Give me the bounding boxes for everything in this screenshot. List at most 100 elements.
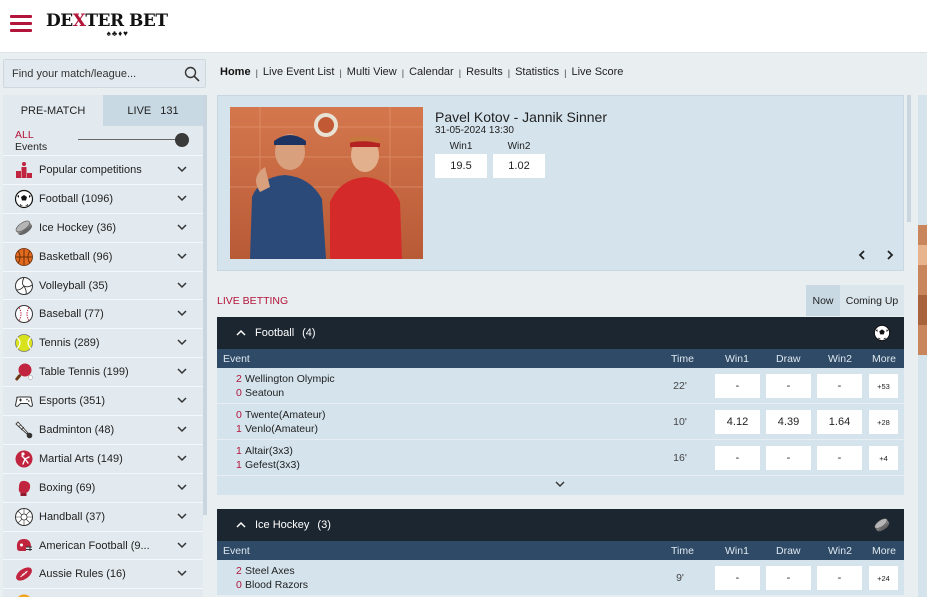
tab-live[interactable]: LIVE 131 bbox=[103, 95, 203, 126]
match-row[interactable]: 2 Wellington Olympic 0 Seatoun 22' - - - +53 bbox=[217, 368, 904, 404]
odd-draw[interactable]: 4.39 bbox=[766, 410, 811, 434]
odd-win2[interactable]: - bbox=[817, 446, 862, 470]
odd-win1[interactable]: - bbox=[715, 446, 760, 470]
search-icon[interactable] bbox=[184, 66, 200, 82]
sidebar-sport-item[interactable]: Baseball (77) bbox=[3, 299, 203, 328]
side-banner-strip[interactable] bbox=[918, 95, 927, 597]
sidebar-sport-item[interactable]: Esports (351) bbox=[3, 386, 203, 415]
main-scrollbar[interactable] bbox=[907, 95, 911, 597]
chevron-down-icon[interactable] bbox=[176, 394, 188, 406]
chevron-down-icon[interactable] bbox=[555, 481, 565, 489]
home-team[interactable]: Steel Axes bbox=[245, 565, 295, 577]
odd-win1[interactable]: - bbox=[715, 566, 760, 590]
sidebar-sport-item[interactable]: Badminton (48) bbox=[3, 415, 203, 444]
sidebar-sport-label: Aussie Rules (16) bbox=[39, 568, 126, 581]
tab-coming-up[interactable]: Coming Up bbox=[840, 285, 904, 316]
more-markets-button[interactable]: +24 bbox=[869, 566, 898, 590]
nav-link-live-event-list[interactable]: Live Event List bbox=[263, 66, 335, 78]
away-team[interactable]: Venlo(Amateur) bbox=[245, 423, 318, 435]
main-scrollbar-thumb[interactable] bbox=[907, 95, 911, 222]
chevron-down-icon[interactable] bbox=[176, 221, 188, 233]
home-team[interactable]: Altair(3x3) bbox=[245, 445, 293, 457]
sidebar-sport-item[interactable]: Popular competitions bbox=[3, 155, 203, 184]
sport-block-header[interactable]: Football (4) bbox=[217, 317, 904, 349]
sidebar-sport-item[interactable]: Table Tennis (199) bbox=[3, 357, 203, 386]
nav-link-statistics[interactable]: Statistics bbox=[515, 66, 559, 78]
sport-block-header[interactable]: Ice Hockey (3) bbox=[217, 509, 904, 541]
expand-row[interactable] bbox=[217, 476, 904, 495]
chevron-down-icon[interactable] bbox=[176, 481, 188, 493]
match-row[interactable]: 1 Altair(3x3) 1 Gefest(3x3) 16' - - - +4 bbox=[217, 440, 904, 476]
chevron-down-icon[interactable] bbox=[176, 567, 188, 579]
hamburger-menu-icon[interactable] bbox=[10, 15, 32, 33]
filter-slider-track[interactable] bbox=[78, 139, 186, 140]
sidebar-sport-item[interactable]: Handball (37) bbox=[3, 501, 203, 531]
away-team[interactable]: Blood Razors bbox=[245, 579, 308, 591]
sidebar-sport-item[interactable]: Aussie Rules (16) bbox=[3, 559, 203, 588]
away-team[interactable]: Gefest(3x3) bbox=[245, 459, 300, 471]
odd-win1[interactable]: 4.12 bbox=[715, 410, 760, 434]
featured-event-image[interactable] bbox=[230, 107, 423, 259]
featured-win2-odd[interactable]: 1.02 bbox=[493, 154, 545, 178]
featured-win1-odd[interactable]: 19.5 bbox=[435, 154, 487, 178]
chevron-down-icon[interactable] bbox=[176, 279, 188, 291]
sidebar-sport-item[interactable]: Volleyball (35) bbox=[3, 270, 203, 300]
chevron-up-icon[interactable] bbox=[235, 327, 247, 339]
nav-link-multi-view[interactable]: Multi View bbox=[347, 66, 397, 78]
soccer-ball-icon bbox=[873, 324, 891, 342]
match-row[interactable]: 2 Steel Axes 0 Blood Razors 9' - - - +24 bbox=[217, 560, 904, 596]
nav-separator: | bbox=[255, 68, 258, 78]
nav-link-calendar[interactable]: Calendar bbox=[409, 66, 454, 78]
chevron-down-icon[interactable] bbox=[176, 539, 188, 551]
filter-slider-handle[interactable] bbox=[175, 133, 189, 147]
search-input[interactable] bbox=[4, 60, 174, 87]
chevron-down-icon[interactable] bbox=[176, 250, 188, 262]
chevron-down-icon[interactable] bbox=[176, 510, 188, 522]
sidebar-sport-item[interactable]: Boxing (69) bbox=[3, 472, 203, 502]
odd-draw[interactable]: - bbox=[766, 446, 811, 470]
featured-win1-label: Win1 bbox=[449, 141, 473, 152]
sidebar-sport-item[interactable]: American Football (9... bbox=[3, 530, 203, 560]
chevron-left-icon[interactable] bbox=[855, 248, 869, 262]
sidebar-sport-item[interactable]: Beach Ti... bbox=[3, 588, 203, 597]
chevron-down-icon[interactable] bbox=[176, 307, 188, 319]
odd-win2[interactable]: - bbox=[817, 374, 862, 398]
chevron-up-icon[interactable] bbox=[235, 519, 247, 531]
chevron-down-icon[interactable] bbox=[176, 163, 188, 175]
more-markets-button[interactable]: +53 bbox=[869, 374, 898, 398]
tab-now[interactable]: Now bbox=[806, 285, 840, 316]
sidebar-sport-item[interactable]: Football (1096) bbox=[3, 183, 203, 213]
odd-win1[interactable]: - bbox=[715, 374, 760, 398]
featured-event-title[interactable]: Pavel Kotov - Jannik Sinner bbox=[435, 109, 607, 125]
nav-link-home[interactable]: Home bbox=[220, 66, 251, 78]
home-team[interactable]: Twente(Amateur) bbox=[245, 409, 326, 421]
nav-link-results[interactable]: Results bbox=[466, 66, 503, 78]
away-team[interactable]: Seatoun bbox=[245, 387, 284, 399]
sidebar-sport-item[interactable]: Martial Arts (149) bbox=[3, 443, 203, 473]
tab-pre-match[interactable]: PRE-MATCH bbox=[3, 95, 103, 126]
more-markets-button[interactable]: +28 bbox=[869, 410, 898, 434]
nav-link-live-score[interactable]: Live Score bbox=[571, 66, 623, 78]
chevron-down-icon[interactable] bbox=[176, 336, 188, 348]
column-headers: Event Time Win1 Draw Win2 More bbox=[217, 541, 904, 560]
odd-win2[interactable]: 1.64 bbox=[817, 410, 862, 434]
odd-win2[interactable]: - bbox=[817, 566, 862, 590]
match-row[interactable]: 0 Twente(Amateur) 1 Venlo(Amateur) 10' 4.12 4.… bbox=[217, 404, 904, 440]
sidebar-sport-item[interactable]: Basketball (96) bbox=[3, 241, 203, 271]
sidebar-sport-item[interactable]: Tennis (289) bbox=[3, 328, 203, 357]
live-time-tabs: Now Coming Up bbox=[806, 285, 904, 316]
sidebar-sport-item[interactable]: Ice Hockey (36) bbox=[3, 212, 203, 242]
sidebar-scrollbar[interactable] bbox=[203, 95, 207, 515]
featured-event-date: 31-05-2024 13:30 bbox=[435, 125, 514, 136]
odd-draw[interactable]: - bbox=[766, 566, 811, 590]
chevron-down-icon[interactable] bbox=[176, 423, 188, 435]
column-event: Event bbox=[223, 352, 250, 365]
logo[interactable]: DEXTER BET ♠♣♦♥ bbox=[46, 11, 168, 38]
odd-draw[interactable]: - bbox=[766, 374, 811, 398]
chevron-down-icon[interactable] bbox=[176, 192, 188, 204]
home-team[interactable]: Wellington Olympic bbox=[245, 373, 335, 385]
chevron-down-icon[interactable] bbox=[176, 365, 188, 377]
more-markets-button[interactable]: +4 bbox=[869, 446, 898, 470]
chevron-right-icon[interactable] bbox=[883, 248, 897, 262]
chevron-down-icon[interactable] bbox=[176, 452, 188, 464]
